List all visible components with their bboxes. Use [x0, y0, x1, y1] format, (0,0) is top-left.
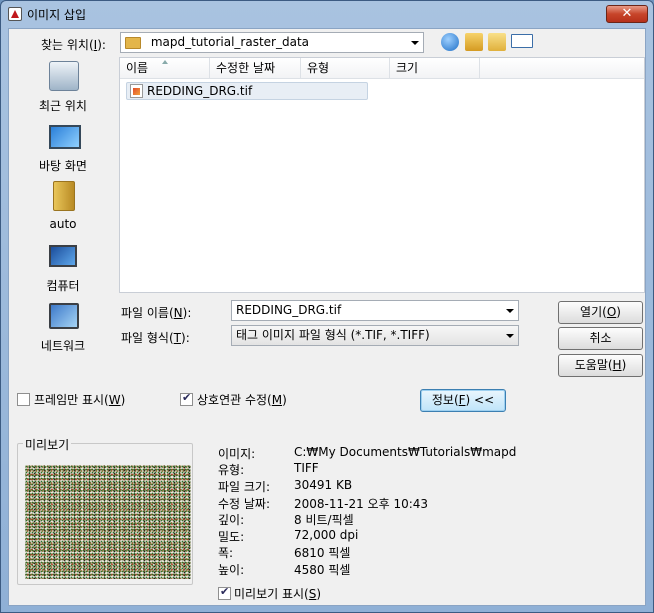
preview-title: 미리보기	[23, 436, 72, 453]
help-button[interactable]: 도움말(H)	[558, 354, 643, 377]
place-auto-label: auto	[49, 217, 77, 231]
filetype-dropdown[interactable]: 태그 이미지 파일 형식 (*.TIF, *.TIFF)	[231, 325, 519, 346]
dialog-body: 찾는 위치(I): mapd_tutorial_raster_data 최근 위…	[8, 28, 646, 606]
info-value-image: C:₩My Documents₩Tutorials₩mapd	[294, 445, 517, 459]
show-preview-label[interactable]: 미리보기 표시(S)	[234, 585, 321, 602]
info-key-width: 폭:	[218, 546, 234, 560]
computer-icon	[49, 245, 77, 267]
frame-only-checkbox[interactable]	[17, 393, 30, 406]
filename-label: 파일 이름(N):	[121, 306, 192, 320]
chevron-down-icon	[506, 334, 514, 338]
info-value-width: 6810 픽셀	[294, 546, 351, 560]
info-value-modified: 2008-11-21 오후 10:43	[294, 497, 429, 511]
interactive-edit-label[interactable]: 상호연관 수정(M)	[197, 391, 287, 408]
place-network[interactable]: 네트워크	[11, 301, 115, 361]
sort-ascending-icon	[162, 60, 168, 64]
info-value-type: TIFF	[294, 461, 319, 475]
column-size[interactable]: 크기	[390, 58, 480, 79]
place-recent-label: 최근 위치	[39, 99, 87, 113]
column-size-label: 크기	[396, 61, 419, 75]
chevron-down-icon	[506, 309, 514, 313]
column-date-label: 수정한 날짜	[216, 61, 276, 75]
user-folder-icon	[53, 181, 75, 211]
network-icon	[49, 303, 79, 329]
column-date[interactable]: 수정한 날짜	[210, 58, 301, 79]
look-in-dropdown[interactable]: mapd_tutorial_raster_data	[120, 32, 424, 53]
app-logo-icon	[8, 7, 22, 21]
insert-image-dialog: 이미지 삽입 ✕ 찾는 위치(I): mapd_tutorial_raster_…	[0, 0, 654, 613]
place-desktop-label: 바탕 화면	[39, 159, 87, 173]
place-computer-label: 컴퓨터	[46, 279, 80, 293]
places-bar: 최근 위치 바탕 화면 auto 컴퓨터 네트워크	[11, 57, 115, 357]
close-icon: ✕	[621, 6, 633, 21]
column-name-label: 이름	[126, 61, 149, 75]
back-icon[interactable]	[441, 33, 459, 51]
close-button[interactable]: ✕	[606, 5, 648, 23]
preview-image	[25, 465, 191, 579]
info-key-modified: 수정 날짜:	[218, 497, 271, 511]
chevron-down-icon	[411, 41, 419, 45]
column-type[interactable]: 유형	[301, 58, 390, 79]
info-key-depth: 깊이:	[218, 513, 245, 527]
cancel-button[interactable]: 취소	[558, 327, 643, 350]
open-button[interactable]: 열기(O)	[558, 301, 643, 324]
title-bar[interactable]: 이미지 삽입 ✕	[1, 1, 653, 29]
folder-icon	[125, 37, 141, 49]
desktop-icon	[49, 125, 81, 149]
info-key-size: 파일 크기:	[218, 480, 271, 494]
show-preview-checkbox[interactable]	[218, 585, 231, 600]
column-name[interactable]: 이름	[120, 58, 210, 79]
place-desktop[interactable]: 바탕 화면	[11, 121, 115, 181]
column-filler	[480, 58, 644, 79]
up-folder-icon[interactable]	[465, 33, 483, 51]
place-computer[interactable]: 컴퓨터	[11, 241, 115, 301]
place-recent[interactable]: 최근 위치	[11, 61, 115, 121]
column-type-label: 유형	[307, 61, 330, 75]
file-list[interactable]: 이름 수정한 날짜 유형 크기 REDDING_DRG.tif	[119, 57, 645, 293]
info-value-density: 72,000 dpi	[294, 528, 359, 542]
filetype-value: 태그 이미지 파일 형식 (*.TIF, *.TIFF)	[236, 328, 430, 342]
info-key-image: 이미지:	[218, 447, 256, 461]
filetype-label: 파일 형식(T):	[121, 331, 190, 345]
info-value-height: 4580 픽셀	[294, 563, 351, 577]
look-in-label: 찾는 위치(I):	[41, 38, 106, 52]
place-network-label: 네트워크	[40, 339, 86, 353]
info-value-size: 30491 KB	[294, 478, 353, 492]
dialog-title: 이미지 삽입	[27, 8, 87, 22]
file-item-name: REDDING_DRG.tif	[147, 84, 253, 98]
info-key-height: 높이:	[218, 563, 245, 577]
filename-input[interactable]: REDDING_DRG.tif	[231, 300, 519, 321]
frame-only-label[interactable]: 프레임만 표시(W)	[34, 391, 125, 408]
file-item[interactable]: REDDING_DRG.tif	[126, 82, 368, 100]
info-value-depth: 8 비트/픽셀	[294, 513, 354, 527]
info-key-type: 유형:	[218, 463, 245, 477]
recent-places-icon	[49, 61, 79, 91]
filename-value: REDDING_DRG.tif	[236, 303, 342, 317]
tif-file-icon	[130, 84, 143, 98]
interactive-edit-checkbox[interactable]	[180, 391, 193, 406]
cancel-label: 취소	[589, 331, 612, 345]
look-in-value: mapd_tutorial_raster_data	[150, 35, 310, 49]
view-menu-icon[interactable]	[511, 34, 533, 48]
info-key-density: 밀도:	[218, 530, 245, 544]
new-folder-icon[interactable]	[488, 33, 506, 51]
place-auto[interactable]: auto	[11, 181, 115, 241]
info-button[interactable]: 정보(F) <<	[420, 389, 506, 412]
